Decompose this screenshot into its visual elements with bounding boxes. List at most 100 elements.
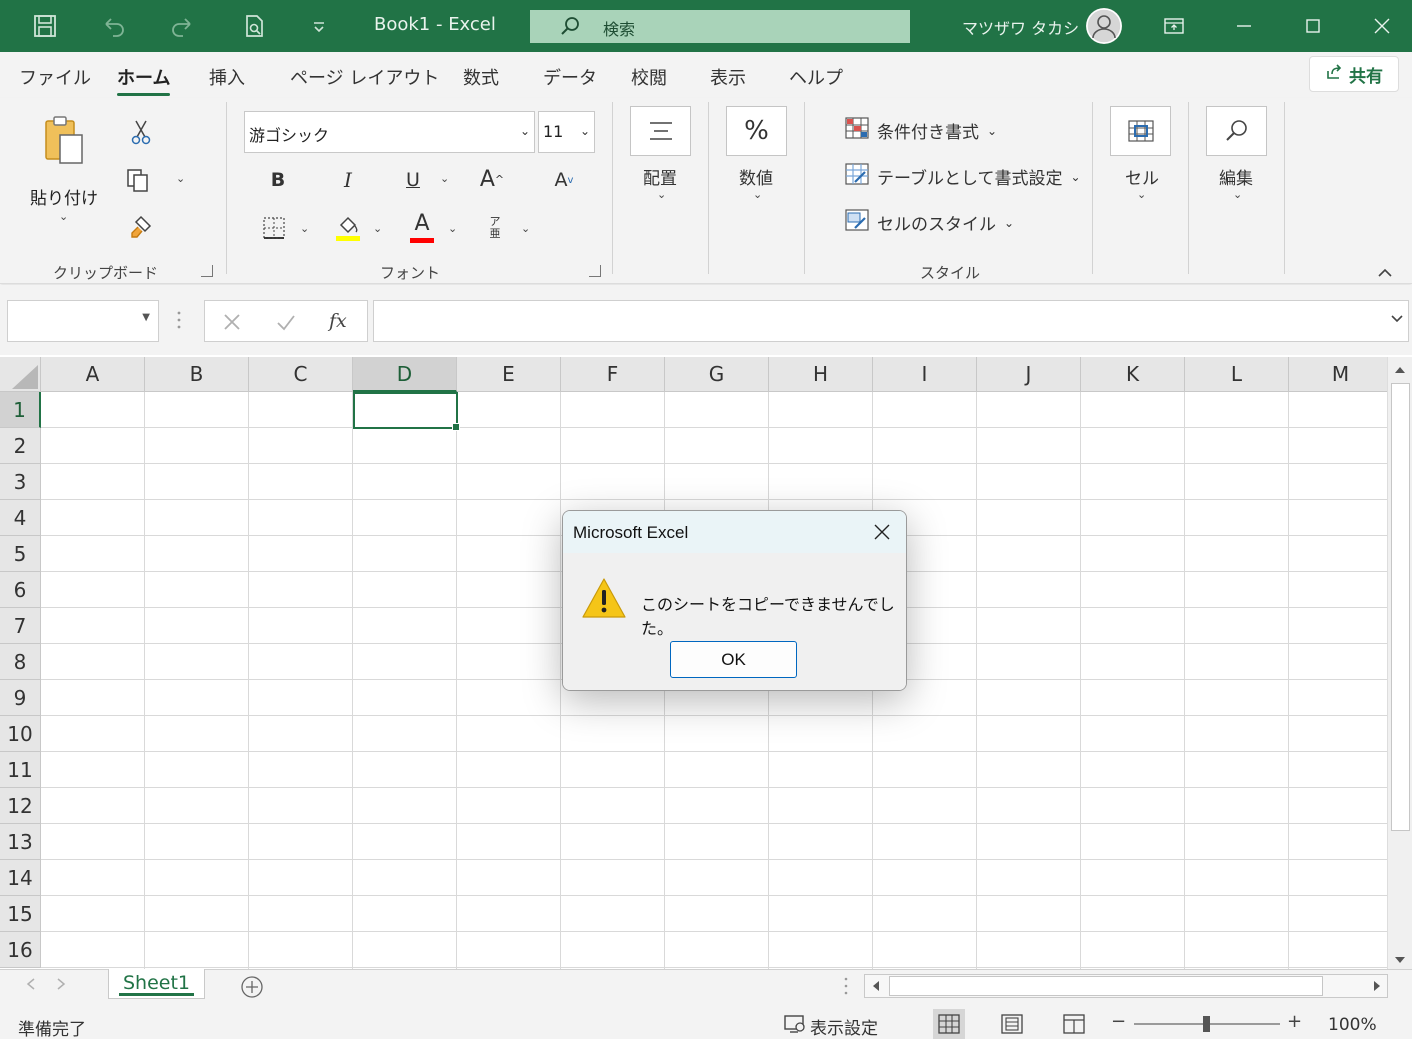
save-icon[interactable]: [31, 12, 59, 40]
select-all-corner[interactable]: [0, 357, 41, 392]
close-icon[interactable]: [1367, 12, 1397, 40]
copy-icon[interactable]: [124, 166, 152, 194]
row-header-15[interactable]: 15: [0, 896, 41, 932]
formula-input[interactable]: [373, 300, 1409, 342]
column-header-g[interactable]: G: [665, 357, 769, 392]
row-header-12[interactable]: 12: [0, 788, 41, 824]
zoom-slider-handle[interactable]: [1203, 1016, 1210, 1032]
row-header-4[interactable]: 4: [0, 500, 41, 536]
cell-styles-button[interactable]: セルのスタイル ⌄: [845, 208, 1014, 237]
redo-icon[interactable]: [168, 12, 196, 40]
borders-icon[interactable]: [260, 214, 288, 242]
scroll-up-icon[interactable]: [1394, 363, 1406, 379]
expand-formula-icon[interactable]: [1390, 311, 1404, 329]
undo-icon[interactable]: [100, 12, 128, 40]
alignment-label[interactable]: 配置: [643, 164, 677, 189]
clipboard-launcher-icon[interactable]: [201, 265, 213, 277]
number-label[interactable]: 数値: [739, 164, 773, 189]
font-color-dropdown-icon[interactable]: ⌄: [448, 222, 457, 235]
ribbon-display-icon[interactable]: [1159, 12, 1189, 40]
scroll-right-icon[interactable]: [1372, 980, 1382, 996]
tab-formulas[interactable]: 数式: [463, 64, 499, 90]
maximize-icon[interactable]: [1298, 12, 1328, 40]
font-launcher-icon[interactable]: [589, 265, 601, 277]
horizontal-scrollbar[interactable]: [864, 974, 1388, 998]
tab-insert[interactable]: 挿入: [209, 64, 245, 90]
tab-view[interactable]: 表示: [710, 64, 746, 90]
phonetic-button[interactable]: ア 亜: [482, 212, 508, 244]
column-header-b[interactable]: B: [145, 357, 249, 392]
column-header-h[interactable]: H: [769, 357, 873, 392]
vertical-scrollbar[interactable]: [1387, 357, 1412, 969]
splitter-handle[interactable]: [176, 309, 182, 331]
print-preview-icon[interactable]: [240, 12, 268, 40]
row-header-11[interactable]: 11: [0, 752, 41, 788]
zoom-out-button[interactable]: −: [1111, 1011, 1126, 1032]
search-box[interactable]: 検索: [530, 10, 910, 43]
tab-splitter-handle[interactable]: [843, 976, 849, 1000]
number-dropdown-icon[interactable]: ⌄: [753, 188, 762, 201]
tab-help[interactable]: ヘルプ: [789, 64, 843, 90]
add-sheet-icon[interactable]: [240, 975, 264, 1003]
ok-button[interactable]: OK: [670, 641, 797, 678]
number-format-icon[interactable]: %: [726, 106, 787, 156]
active-cell[interactable]: [353, 392, 460, 431]
row-header-2[interactable]: 2: [0, 428, 41, 464]
editing-search-icon[interactable]: [1206, 106, 1267, 156]
user-name[interactable]: マツザワ タカシ: [962, 15, 1079, 39]
row-header-13[interactable]: 13: [0, 824, 41, 860]
page-break-view-icon[interactable]: [1058, 1009, 1090, 1039]
dialog-close-icon[interactable]: [868, 519, 896, 545]
tab-file[interactable]: ファイル: [19, 64, 91, 90]
page-layout-view-icon[interactable]: [996, 1009, 1028, 1039]
column-header-j[interactable]: J: [977, 357, 1081, 392]
row-header-7[interactable]: 7: [0, 608, 41, 644]
cells-label[interactable]: セル: [1125, 164, 1159, 189]
conditional-formatting-button[interactable]: 条件付き書式 ⌄: [845, 116, 997, 145]
dialog-title-bar[interactable]: Microsoft Excel: [563, 511, 906, 553]
avatar[interactable]: [1086, 8, 1122, 44]
italic-button[interactable]: I: [334, 166, 362, 194]
row-header-10[interactable]: 10: [0, 716, 41, 752]
row-header-1[interactable]: 1: [0, 392, 41, 428]
minimize-icon[interactable]: [1229, 12, 1259, 40]
row-header-16[interactable]: 16: [0, 932, 41, 968]
paste-dropdown-icon[interactable]: ⌄: [59, 210, 68, 223]
next-sheet-icon[interactable]: [56, 978, 66, 994]
underline-dropdown-icon[interactable]: ⌄: [440, 172, 449, 185]
tab-page-layout[interactable]: ページ レイアウト: [290, 64, 439, 90]
sheet-tab-sheet1[interactable]: Sheet1: [108, 969, 205, 999]
zoom-slider[interactable]: [1134, 1016, 1280, 1032]
insert-function-button[interactable]: fx: [329, 310, 347, 332]
prev-sheet-icon[interactable]: [26, 978, 36, 994]
column-header-k[interactable]: K: [1081, 357, 1185, 392]
collapse-ribbon-icon[interactable]: [1374, 262, 1396, 282]
name-box[interactable]: ▼: [7, 300, 159, 342]
fill-color-dropdown-icon[interactable]: ⌄: [373, 222, 382, 235]
shrink-font-button[interactable]: Av: [548, 166, 580, 194]
scroll-down-icon[interactable]: [1394, 953, 1406, 969]
font-name-select[interactable]: 游ゴシック ⌄: [244, 111, 535, 153]
format-as-table-button[interactable]: テーブルとして書式設定 ⌄: [845, 162, 1081, 191]
column-header-i[interactable]: I: [873, 357, 977, 392]
row-header-8[interactable]: 8: [0, 644, 41, 680]
row-header-5[interactable]: 5: [0, 536, 41, 572]
alignment-icon[interactable]: [630, 106, 691, 156]
vertical-scroll-thumb[interactable]: [1391, 383, 1410, 831]
enter-icon[interactable]: [275, 311, 297, 337]
column-header-a[interactable]: A: [41, 357, 145, 392]
fill-color-icon[interactable]: [334, 212, 362, 244]
tab-review[interactable]: 校閲: [631, 64, 667, 90]
row-header-3[interactable]: 3: [0, 464, 41, 500]
cancel-icon[interactable]: [221, 311, 243, 337]
column-header-d[interactable]: D: [353, 357, 457, 392]
bold-button[interactable]: B: [264, 166, 292, 194]
row-header-6[interactable]: 6: [0, 572, 41, 608]
underline-button[interactable]: U: [399, 166, 427, 194]
display-settings-button[interactable]: 表示設定: [784, 1014, 878, 1039]
column-header-e[interactable]: E: [457, 357, 561, 392]
cut-icon[interactable]: [128, 118, 154, 146]
paste-label[interactable]: 貼り付け: [30, 184, 98, 209]
customize-qat-icon[interactable]: [305, 12, 333, 40]
column-header-c[interactable]: C: [249, 357, 353, 392]
